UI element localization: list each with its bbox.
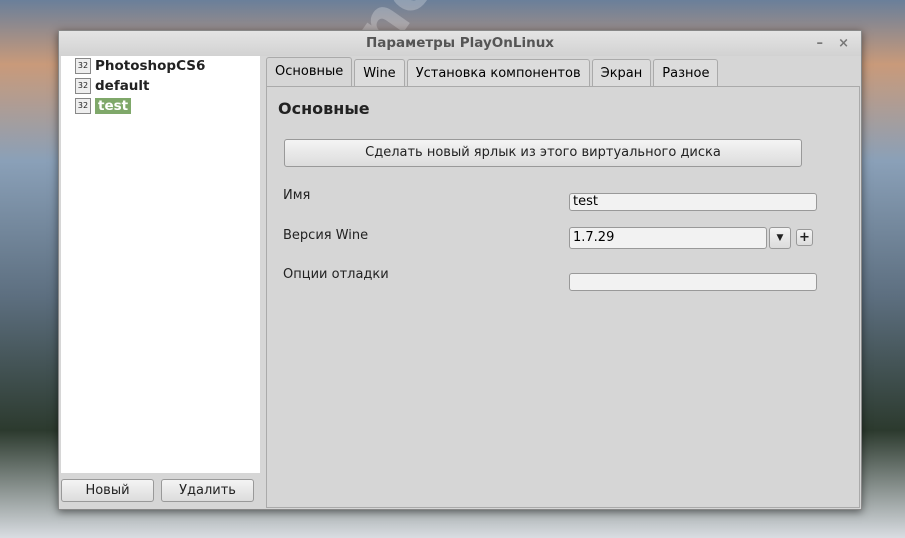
prefix-list: 32 PhotoshopCS6 32 default 32 test xyxy=(61,56,260,473)
debug-options-field[interactable] xyxy=(569,273,817,291)
delete-button[interactable]: Удалить xyxy=(161,479,254,502)
chevron-down-icon[interactable]: ▼ xyxy=(769,227,791,249)
item-label: PhotoshopCS6 xyxy=(95,58,206,74)
general-panel: Основные Сделать новый ярлык из этого ви… xyxy=(266,86,860,508)
list-item[interactable]: 32 default xyxy=(61,76,260,96)
name-label: Имя xyxy=(283,188,311,203)
page-title: Основные xyxy=(278,99,370,118)
wine-32-icon: 32 xyxy=(75,78,91,94)
wine-version-label: Версия Wine xyxy=(283,228,369,243)
tab-components[interactable]: Установка компонентов xyxy=(406,59,590,87)
list-item[interactable]: 32 test xyxy=(61,96,260,116)
wine-32-icon: 32 xyxy=(75,58,91,74)
tab-misc[interactable]: Разное xyxy=(653,59,719,87)
tab-wine[interactable]: Wine xyxy=(354,59,405,87)
item-label: default xyxy=(95,78,150,94)
title-bar: Параметры PlayOnLinux – × xyxy=(59,31,861,56)
item-label: test xyxy=(95,98,132,114)
wine-version-select[interactable]: 1.7.29 xyxy=(569,227,767,249)
wine-32-icon: 32 xyxy=(75,98,91,114)
list-item[interactable]: 32 PhotoshopCS6 xyxy=(61,56,260,76)
tab-display[interactable]: Экран xyxy=(591,59,652,87)
add-wine-version-button[interactable]: + xyxy=(796,229,813,246)
new-button[interactable]: Новый xyxy=(61,479,154,502)
settings-window: Параметры PlayOnLinux – × 32 PhotoshopCS6… xyxy=(58,30,862,510)
create-shortcut-button[interactable]: Сделать новый ярлык из этого виртуальног… xyxy=(284,139,802,167)
name-field[interactable]: test xyxy=(569,193,817,211)
tab-bar: Основные Wine Установка компонентов Экра… xyxy=(266,57,720,88)
close-button[interactable]: × xyxy=(838,31,849,56)
tab-general[interactable]: Основные xyxy=(266,57,353,88)
minimize-button[interactable]: – xyxy=(817,31,824,56)
window-title: Параметры PlayOnLinux xyxy=(365,35,555,51)
debug-label: Опции отладки xyxy=(283,267,389,282)
